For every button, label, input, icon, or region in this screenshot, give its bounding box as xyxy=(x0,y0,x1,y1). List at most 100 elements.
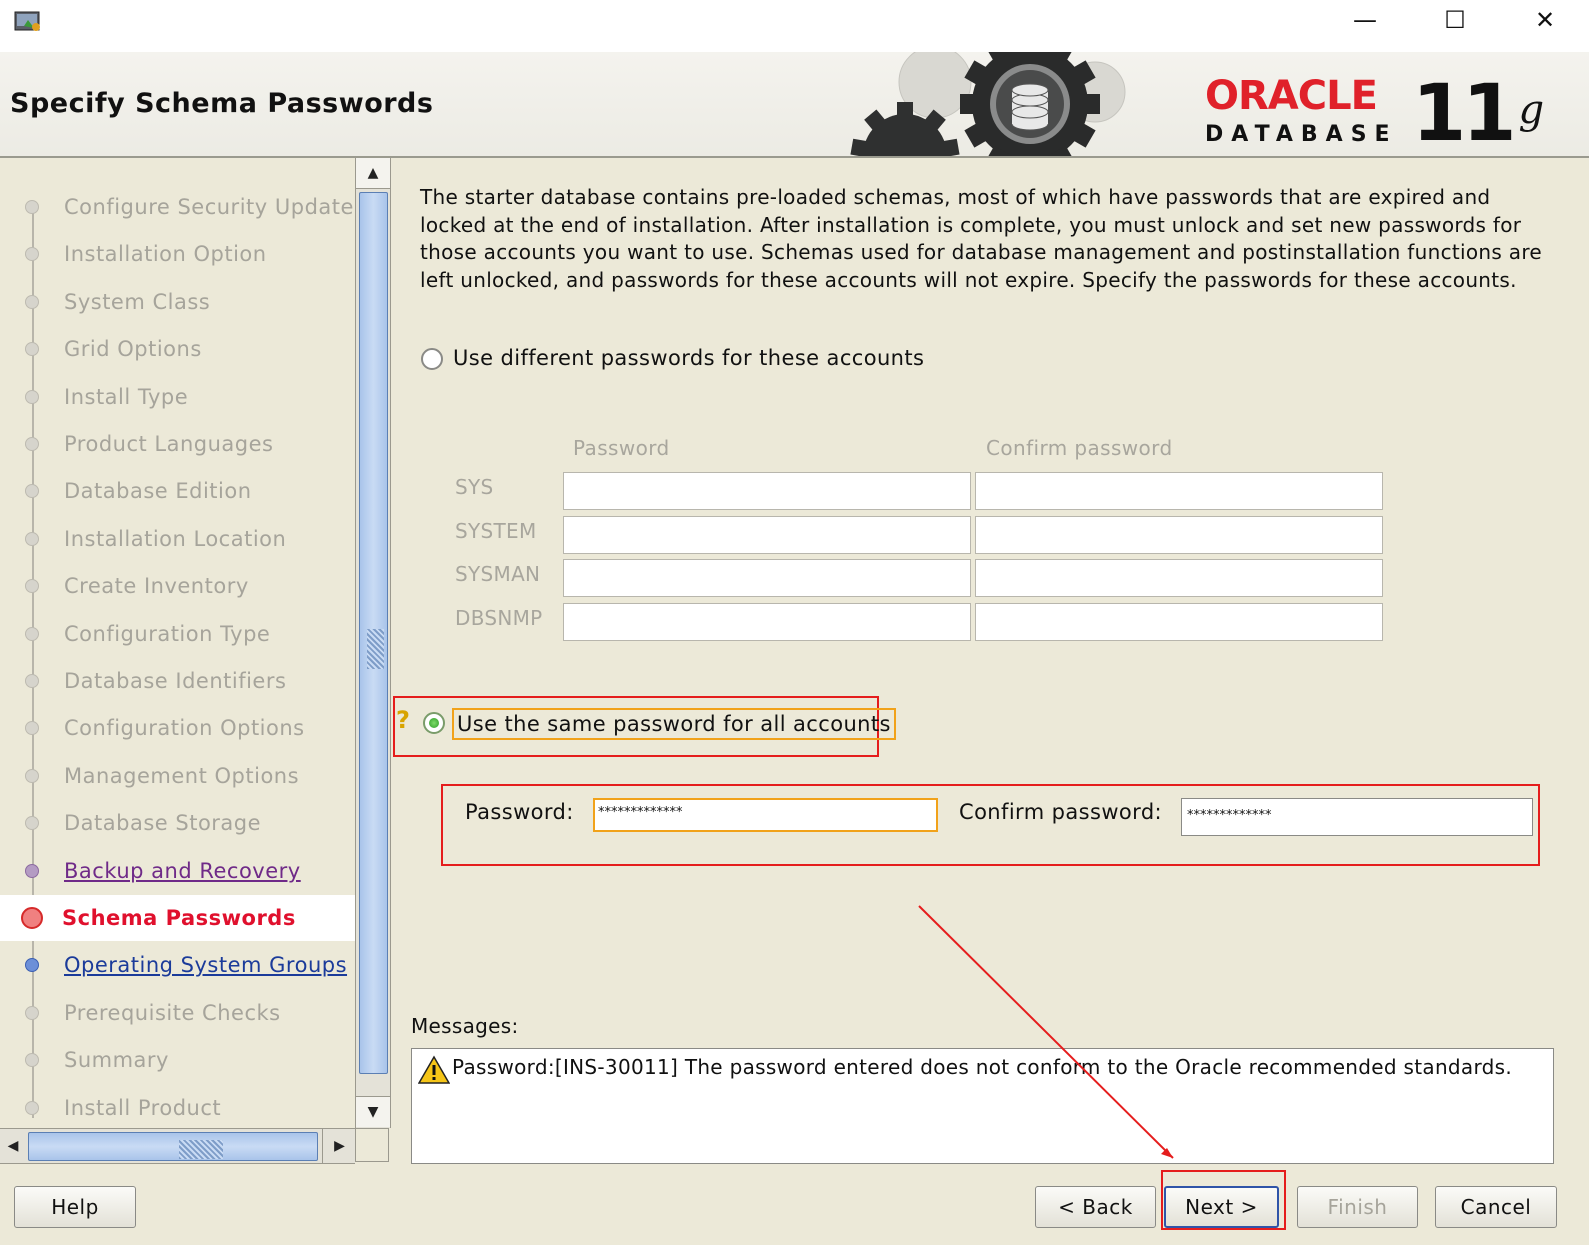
step-marker-icon xyxy=(25,437,39,451)
intro-description: The starter database contains pre-loaded… xyxy=(420,185,1543,292)
scroll-left-arrow-icon[interactable]: ◀ xyxy=(0,1129,26,1163)
radio-different-passwords-label[interactable]: Use different passwords for these accoun… xyxy=(453,346,924,370)
main-content: The starter database contains pre-loaded… xyxy=(391,158,1589,1168)
account-label-system: SYSTEM xyxy=(455,518,537,543)
radio-different-passwords[interactable] xyxy=(421,348,443,370)
step-label: System Class xyxy=(64,289,211,314)
step-marker-icon xyxy=(25,389,39,404)
dbsnmp-confirm-password-field[interactable] xyxy=(975,602,1383,641)
step-item-configuration-options: Configuration Options xyxy=(0,705,355,751)
step-label: Database Storage xyxy=(64,811,262,836)
step-label: Create Inventory xyxy=(64,574,249,599)
radio-selected-dot xyxy=(429,718,439,728)
oracle-version: 11 g xyxy=(1412,74,1544,154)
sys-confirm-password-field[interactable] xyxy=(975,472,1383,510)
page-title: Specify Schema Passwords xyxy=(10,88,434,119)
scroll-right-arrow-icon[interactable]: ▶ xyxy=(322,1129,356,1163)
step-marker-icon xyxy=(25,1100,39,1115)
gears-graphic xyxy=(850,52,1126,156)
step-item-database-edition: Database Edition xyxy=(0,468,355,514)
step-item-installation-location: Installation Location xyxy=(0,516,355,562)
step-label[interactable]: Operating System Groups xyxy=(64,953,347,977)
scroll-grip-icon xyxy=(367,629,384,669)
radio-same-password[interactable] xyxy=(423,712,445,734)
step-item-management-options: Management Options xyxy=(0,753,355,799)
step-item-prerequisite-checks: Prerequisite Checks xyxy=(0,990,355,1036)
minimize-button[interactable]: — xyxy=(1330,0,1400,40)
step-item-backup-and-recovery[interactable]: Backup and Recovery xyxy=(0,848,355,894)
step-item-install-type: Install Type xyxy=(0,374,355,420)
step-marker-icon xyxy=(25,721,39,736)
step-label: Configuration Type xyxy=(64,621,271,646)
help-button[interactable]: Help xyxy=(14,1186,136,1228)
step-item-grid-options: Grid Options xyxy=(0,326,355,372)
messages-panel: Password:[INS-30011] The password entere… xyxy=(411,1048,1554,1164)
system-confirm-password-field[interactable] xyxy=(975,515,1383,554)
step-marker-icon xyxy=(25,294,39,309)
finish-button: Finish xyxy=(1297,1186,1418,1228)
same-confirm-password-label: Confirm password: xyxy=(959,800,1163,824)
step-nav-vertical-scrollbar[interactable]: ▲ ▼ xyxy=(355,158,391,1128)
scroll-grip-icon xyxy=(179,1140,223,1159)
window-title-bar: — ☐ ✕ xyxy=(0,0,1589,52)
column-header-confirm-password: Confirm password xyxy=(986,436,1173,460)
step-label: Install Product xyxy=(64,1095,222,1120)
step-item-database-storage: Database Storage xyxy=(0,800,355,846)
oracle-product: DATABASE xyxy=(1205,122,1398,147)
message-text: Password:[INS-30011] The password entere… xyxy=(452,1055,1513,1079)
close-button[interactable]: ✕ xyxy=(1510,0,1580,40)
step-label: Database Edition xyxy=(64,479,252,504)
step-item-configuration-type: Configuration Type xyxy=(0,611,355,657)
same-password-field[interactable]: ************* xyxy=(593,798,938,832)
hint-lightbulb-icon: ? xyxy=(396,706,410,734)
same-password-label: Password: xyxy=(465,800,574,824)
version-suffix: g xyxy=(1518,87,1545,133)
step-label: Prerequisite Checks xyxy=(64,1000,281,1025)
step-marker-icon xyxy=(25,247,39,262)
radio-same-password-label[interactable]: Use the same password for all accounts xyxy=(452,708,896,740)
same-confirm-password-field[interactable]: ************* xyxy=(1181,798,1533,836)
horizontal-scroll-thumb[interactable] xyxy=(28,1132,318,1161)
step-marker-icon xyxy=(25,200,39,214)
back-button[interactable]: < Back xyxy=(1035,1186,1156,1228)
step-marker-icon xyxy=(25,674,39,688)
vertical-scroll-thumb[interactable] xyxy=(359,192,388,1074)
oracle-logo: ORACLE DATABASE xyxy=(1205,76,1398,147)
step-label[interactable]: Backup and Recovery xyxy=(64,859,301,883)
cancel-button[interactable]: Cancel xyxy=(1435,1186,1557,1228)
warning-icon xyxy=(418,1055,450,1084)
step-item-schema-passwords[interactable]: Schema Passwords xyxy=(0,895,355,941)
scroll-down-arrow-icon[interactable]: ▼ xyxy=(356,1096,390,1127)
step-label: Configure Security Updates xyxy=(64,195,355,219)
sysman-confirm-password-field[interactable] xyxy=(975,559,1383,597)
step-label: Install Type xyxy=(64,384,189,409)
next-button[interactable]: Next > xyxy=(1164,1186,1279,1228)
step-label: Grid Options xyxy=(64,337,202,362)
scrollbar-corner xyxy=(355,1128,389,1162)
sysman-password-field[interactable] xyxy=(563,559,971,597)
maximize-button[interactable]: ☐ xyxy=(1420,0,1490,40)
step-item-system-class: System Class xyxy=(0,279,355,325)
step-nav-horizontal-scrollbar[interactable]: ◀ ▶ xyxy=(0,1128,355,1164)
sys-password-field[interactable] xyxy=(563,472,971,510)
account-label-sys: SYS xyxy=(455,475,494,499)
step-item-operating-system-groups[interactable]: Operating System Groups xyxy=(0,942,355,988)
wizard-header: Specify Schema Passwords ORACLE DATABASE… xyxy=(0,52,1589,158)
step-item-configure-security-updates: Configure Security Updates xyxy=(0,184,355,230)
dbsnmp-password-field[interactable] xyxy=(563,602,971,641)
step-label: Installation Option xyxy=(64,242,267,267)
step-item-install-product: Install Product xyxy=(0,1085,355,1128)
step-navigation: Configure Security Updates Installation O… xyxy=(0,158,355,1128)
step-label: Database Identifiers xyxy=(64,669,287,693)
step-marker-icon xyxy=(25,816,39,831)
app-icon xyxy=(14,11,40,31)
step-marker-icon xyxy=(25,1053,39,1068)
step-item-summary: Summary xyxy=(0,1037,355,1083)
step-item-database-identifiers: Database Identifiers xyxy=(0,658,355,704)
step-marker-icon xyxy=(25,1005,39,1020)
column-header-password: Password xyxy=(573,436,670,460)
scroll-up-arrow-icon[interactable]: ▲ xyxy=(356,158,390,189)
step-label[interactable]: Schema Passwords xyxy=(62,906,296,930)
system-password-field[interactable] xyxy=(563,515,971,554)
step-item-installation-option: Installation Option xyxy=(0,231,355,277)
